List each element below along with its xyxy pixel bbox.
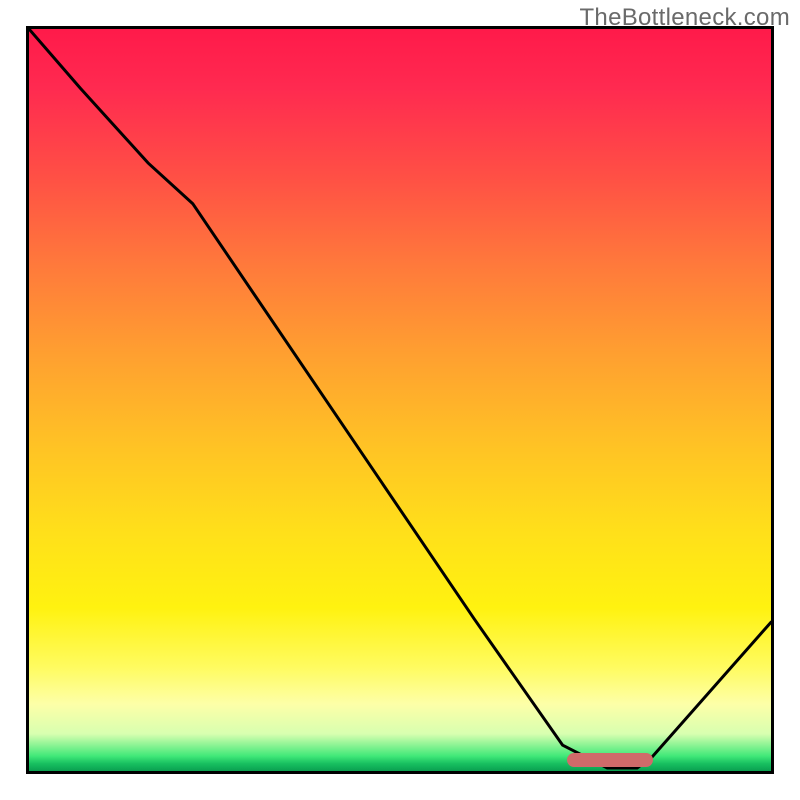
watermark-text: TheBottleneck.com bbox=[579, 4, 790, 32]
bottleneck-chart: TheBottleneck.com bbox=[0, 0, 800, 800]
plot-area bbox=[26, 26, 774, 774]
optimal-range-marker bbox=[567, 753, 653, 767]
curve-line bbox=[29, 29, 771, 771]
curve-path bbox=[29, 29, 771, 768]
